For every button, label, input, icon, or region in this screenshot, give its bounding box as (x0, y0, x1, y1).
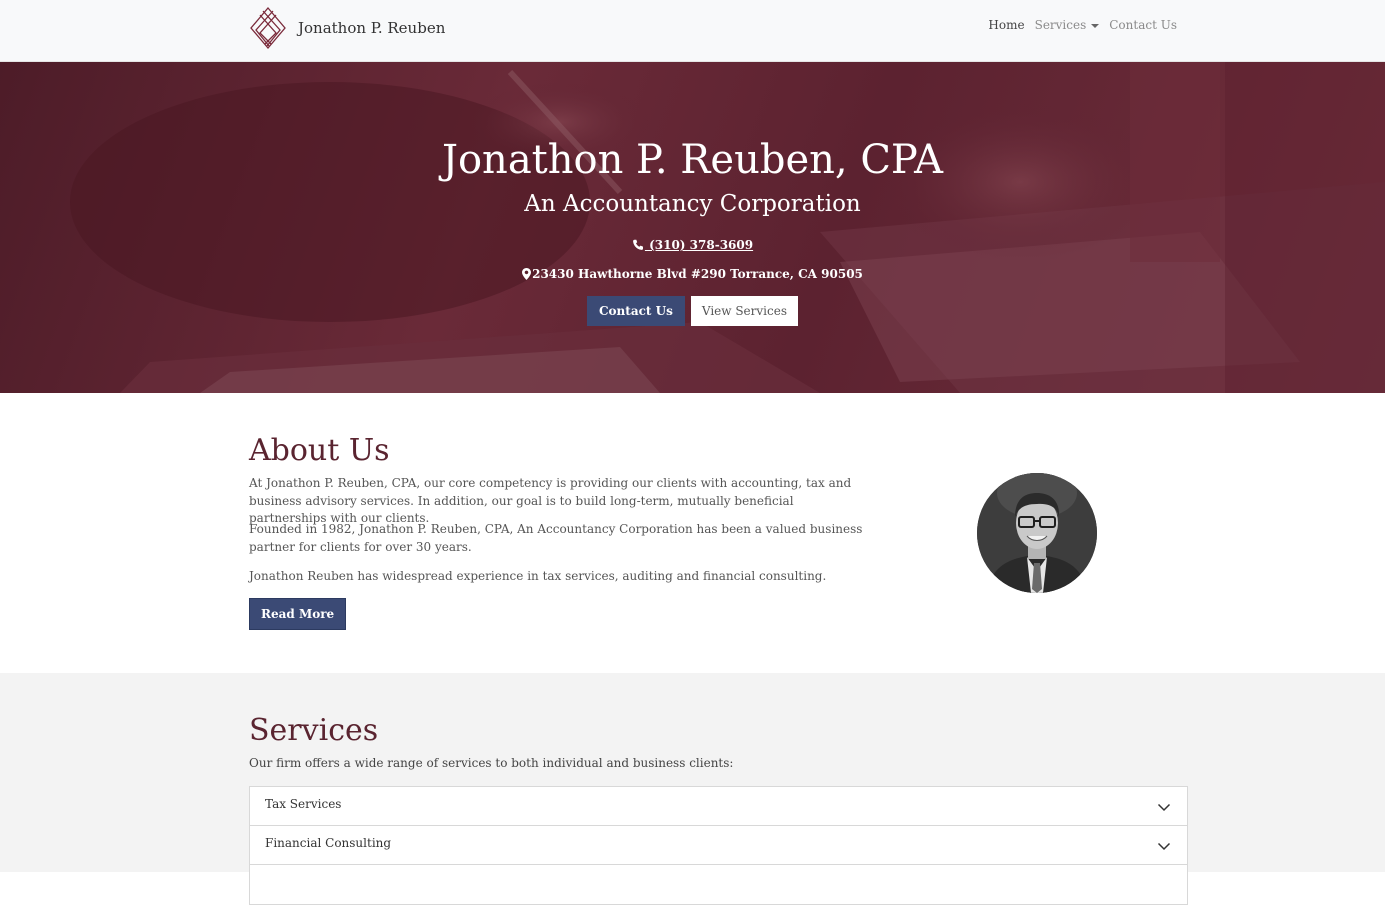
nav-services-label: Services (1034, 18, 1087, 32)
address-text: 23430 Hawthorne Blvd #290 Torrance, CA 9… (532, 267, 863, 281)
phone-link[interactable]: (310) 378-3609 (632, 238, 753, 252)
map-marker-icon (522, 268, 532, 280)
about-title: About Us (249, 433, 390, 468)
contact-us-button[interactable]: Contact Us (587, 296, 685, 326)
accordion-item-tax-services[interactable]: Tax Services (250, 787, 1187, 826)
nav-contact[interactable]: Contact Us (1104, 18, 1182, 32)
hero-subtitle: An Accountancy Corporation (524, 191, 861, 217)
hero-phone-row: (310) 378-3609 (0, 237, 1385, 253)
logo-icon (250, 6, 286, 50)
services-section: Services Our firm offers a wide range of… (0, 673, 1385, 905)
brand-name: Jonathon P. Reuben (298, 19, 446, 37)
services-title: Services (249, 713, 379, 748)
hero-buttons: Contact Us View Services (0, 296, 1385, 326)
caret-down-icon (1091, 23, 1100, 28)
avatar (977, 473, 1097, 593)
nav-services-dropdown[interactable]: Services (1030, 18, 1105, 32)
phone-number: (310) 378-3609 (644, 238, 754, 252)
chevron-down-icon (1157, 842, 1171, 851)
hero-banner: Jonathon P. Reuben, CPA An Accountancy C… (0, 62, 1385, 393)
about-section: About Us At Jonathon P. Reuben, CPA, our… (0, 393, 1385, 673)
view-services-button[interactable]: View Services (690, 296, 798, 326)
read-more-button[interactable]: Read More (249, 598, 347, 630)
accordion-item-financial-consulting[interactable]: Financial Consulting (250, 826, 1187, 865)
hero-title: Jonathon P. Reuben, CPA (441, 137, 944, 183)
navbar: Jonathon P. Reuben Home Services Contact… (0, 0, 1385, 62)
about-paragraph-1: At Jonathon P. Reuben, CPA, our core com… (249, 476, 852, 525)
accordion-item-partial[interactable] (250, 865, 1187, 904)
hero-address-row: 23430 Hawthorne Blvd #290 Torrance, CA 9… (0, 266, 1385, 282)
hero-content: Jonathon P. Reuben, CPA An Accountancy C… (0, 62, 1385, 393)
brand-link[interactable]: Jonathon P. Reuben (249, 6, 445, 50)
nav-links: Home Services Contact Us (983, 18, 1182, 32)
about-paragraph-2: Founded in 1982, Jonathon P. Reuben, CPA… (249, 522, 863, 554)
portrait-image (977, 473, 1097, 593)
nav-home[interactable]: Home (983, 18, 1029, 32)
chevron-down-icon (1157, 803, 1171, 812)
services-intro: Our firm offers a wide range of services… (249, 756, 734, 770)
phone-icon (632, 239, 643, 250)
accordion-label: Tax Services (265, 797, 342, 811)
services-accordion: Tax Services Financial Consulting (249, 786, 1188, 905)
accordion-label: Financial Consulting (265, 836, 392, 850)
about-paragraph-3: Jonathon Reuben has widespread experienc… (249, 569, 827, 583)
